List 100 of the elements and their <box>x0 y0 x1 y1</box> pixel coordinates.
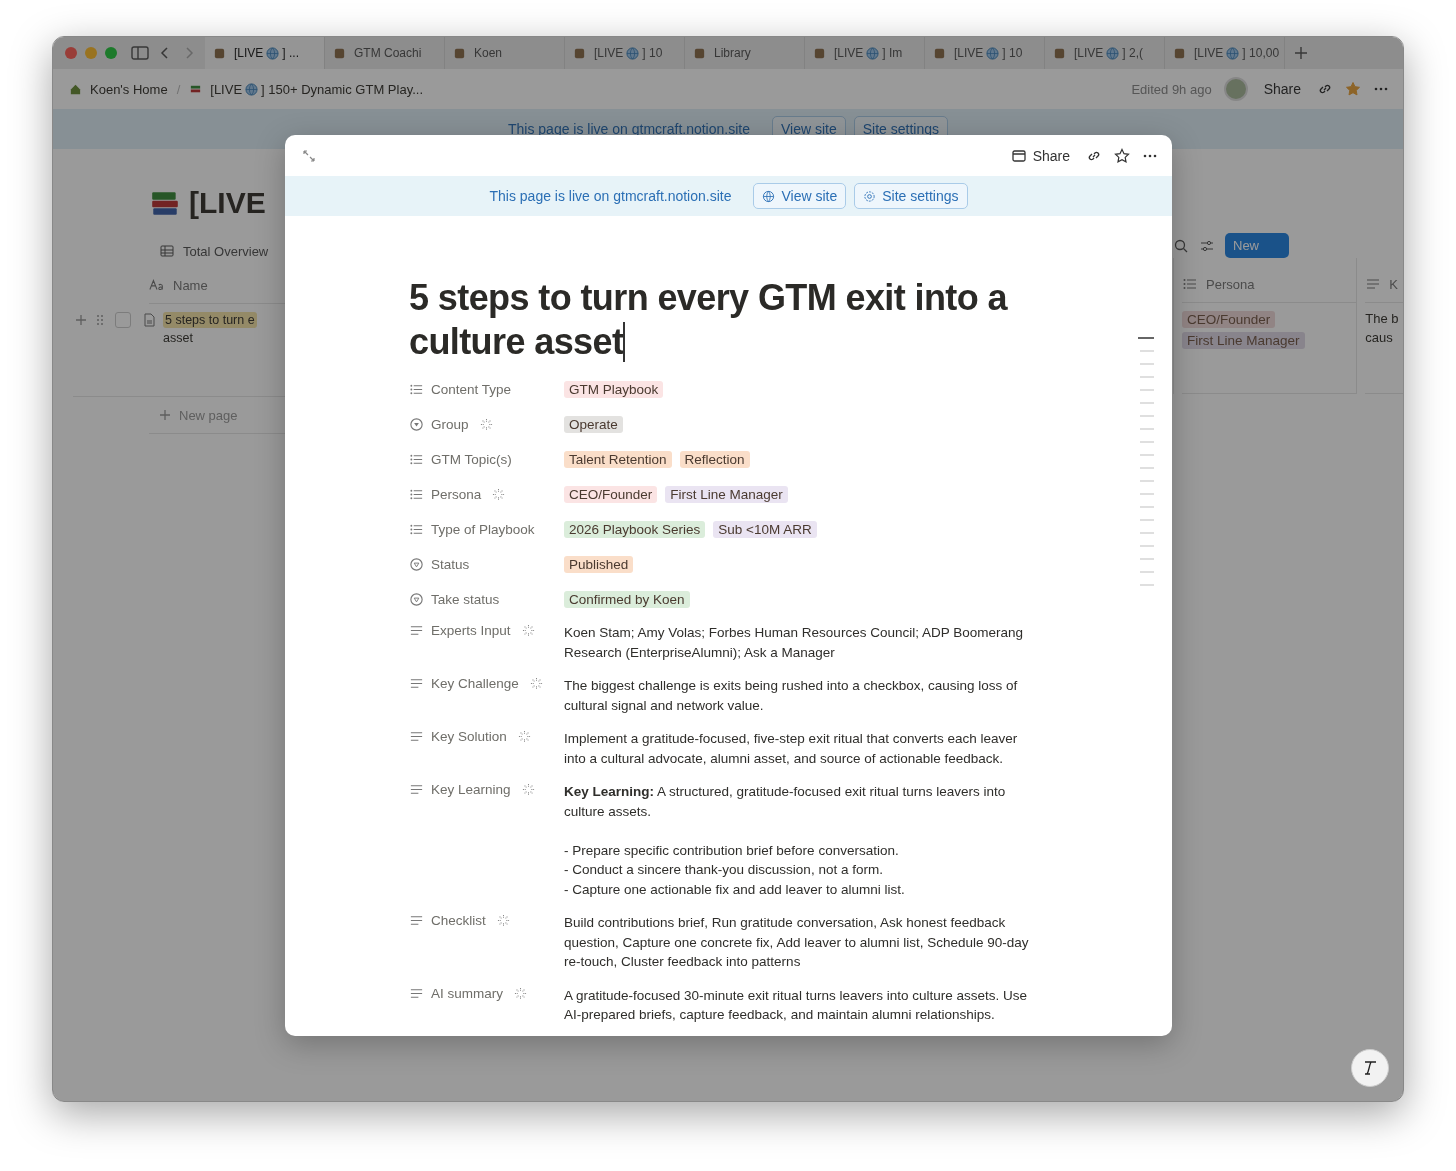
tag[interactable]: 2026 Playbook Series <box>564 521 706 538</box>
page-icon <box>693 46 706 60</box>
tag[interactable]: Operate <box>564 416 623 433</box>
new-tab-icon[interactable] <box>1293 45 1309 61</box>
banner-text: This page is live on gtmcraft.notion.site <box>489 188 732 204</box>
breadcrumb-link[interactable]: ] 150+ Dynamic GTM Play... <box>261 81 423 97</box>
new-button[interactable]: New <box>1225 233 1289 258</box>
list-icon <box>1182 276 1198 292</box>
status-circle-icon <box>409 557 424 572</box>
property-value[interactable]: Implement a gratitude-focused, five-step exit ritual that converts each leaver into a cultural advocate, alumni asset, and source of actionable feedback. <box>564 729 1034 768</box>
list-icon <box>409 382 424 397</box>
row-checkbox[interactable] <box>115 312 131 328</box>
tag[interactable]: Talent Retention <box>564 451 672 468</box>
property-value[interactable]: - Conduct a sincere thank-you discussion, not a form. <box>564 860 1034 880</box>
property-value[interactable]: Build contributions brief, Run gratitude conversation, Ask honest feedback question, Capture one concrete fix, Add leaver to alumni list, Schedule 90-day re-touch, Cluster feedback into patterns <box>564 913 1034 972</box>
tag[interactable]: CEO/Founder <box>564 486 658 503</box>
list-icon <box>409 452 424 467</box>
star-icon[interactable] <box>1345 81 1361 97</box>
breadcrumb-link[interactable]: [LIVE <box>210 81 243 97</box>
globe-icon <box>245 82 259 96</box>
text-lines-icon <box>409 623 424 638</box>
property-name[interactable]: Checklist <box>431 913 486 928</box>
column-header: Persona <box>1206 276 1255 292</box>
edited-time: Edited 9h ago <box>1131 81 1212 97</box>
property-value[interactable]: The biggest challenge is exits being rushed into a checkbox, causing loss of cultural signal and network value. <box>564 676 1034 715</box>
page-icon <box>453 46 466 60</box>
page-icon <box>333 46 346 60</box>
property-value[interactable]: Key Learning: A structured, gratitude-focused exit ritual turns leavers into culture assets. <box>564 782 1034 821</box>
page-icon <box>1053 46 1066 60</box>
list-icon <box>409 487 424 502</box>
share-button[interactable]: Share <box>1259 79 1305 99</box>
dropdown-circle-icon <box>409 417 424 432</box>
page-title[interactable]: 5 steps to turn every GTM exit into a culture asset <box>409 276 1048 364</box>
page-icon <box>213 46 226 60</box>
tag[interactable]: First Line Manager <box>665 486 788 503</box>
property-name[interactable]: GTM Topic(s) <box>431 452 512 467</box>
tag: CEO/Founder <box>1182 311 1276 328</box>
search-icon[interactable] <box>1173 237 1189 254</box>
row-title[interactable]: asset <box>163 331 257 345</box>
table-icon <box>159 243 175 259</box>
page-icon <box>1173 46 1186 60</box>
property-name[interactable]: Experts Input <box>431 623 511 638</box>
property-name[interactable]: Content Type <box>431 382 512 397</box>
property-name[interactable]: Group <box>431 417 469 432</box>
text-lines-icon <box>409 729 424 744</box>
property-value[interactable]: Koen Stam; Amy Volas; Forbes Human Resources Council; ADP Boomerang Research (EnterpriseAlumni); Ask a Manager <box>564 623 1034 662</box>
tag[interactable]: GTM Playbook <box>564 381 664 398</box>
property-value[interactable]: - Capture one actionable fix and add leaver to alumni list. <box>564 879 1034 899</box>
property-name[interactable]: Key Learning <box>431 782 511 797</box>
property-value[interactable]: - Prepare specific contribution brief before conversation. <box>564 840 1034 860</box>
add-icon <box>157 407 173 423</box>
drag-handle-icon[interactable] <box>95 312 105 328</box>
property-value[interactable]: A gratitude-focused 30-minute exit ritual turns leavers into culture assets. Use AI-prepared briefs, capture feedback, and maintain alumni relationships. <box>564 985 1034 1025</box>
view-tab-label: Total Overview <box>183 243 269 259</box>
property-name[interactable]: Key Solution <box>431 729 507 744</box>
text-lines-icon <box>409 782 424 797</box>
property-name[interactable]: Type of Playbook <box>431 522 535 537</box>
text-type-icon <box>149 277 165 293</box>
tag[interactable]: Published <box>564 556 634 573</box>
page-title: [LIVE <box>189 186 266 220</box>
text-lines-icon <box>1365 276 1382 292</box>
property-name[interactable]: Status <box>431 557 470 572</box>
list-icon <box>409 522 424 537</box>
house-icon <box>69 82 82 96</box>
property-name[interactable]: AI summary <box>431 985 503 1001</box>
tag[interactable]: Sub <10M ARR <box>713 521 817 538</box>
tag[interactable]: Reflection <box>679 451 750 468</box>
close-button[interactable] <box>65 47 77 59</box>
tag[interactable]: Confirmed by Koen <box>564 591 690 608</box>
view-site-button[interactable]: View site <box>753 183 847 209</box>
cell-text: caus <box>1365 330 1393 345</box>
star-icon[interactable] <box>1114 147 1130 164</box>
globe-icon <box>762 189 776 203</box>
column-header: Name <box>173 277 208 293</box>
breadcrumb-link[interactable]: Koen's Home <box>90 81 168 97</box>
property-name[interactable]: Take status <box>431 592 500 607</box>
column-header: K <box>1389 276 1398 292</box>
browser-tab[interactable]: [LIVE ] ... <box>205 37 325 69</box>
property-name[interactable]: Key Challenge <box>431 676 519 691</box>
page-icon <box>933 46 946 60</box>
page-icon <box>573 46 586 60</box>
document-icon <box>141 312 157 328</box>
page-icon <box>813 46 826 60</box>
view-tab[interactable]: Total Overview <box>159 243 379 259</box>
property-name[interactable]: Persona <box>431 487 482 502</box>
text-lines-icon <box>409 676 424 691</box>
settings-icon <box>863 189 877 203</box>
assistant-button[interactable] <box>1351 1049 1389 1087</box>
row-title[interactable]: 5 steps to turn e <box>163 312 257 328</box>
cell-text: The b <box>1365 311 1399 326</box>
text-lines-icon <box>409 913 424 928</box>
sidebar-icon[interactable] <box>131 45 149 61</box>
share-button[interactable]: Share <box>1006 145 1074 166</box>
window-icon <box>1010 147 1027 164</box>
avatar[interactable] <box>1223 77 1248 101</box>
expand-icon[interactable] <box>301 147 317 164</box>
breadcrumb-separator: / <box>176 81 181 97</box>
status-circle-icon <box>409 592 424 607</box>
add-icon[interactable] <box>73 312 89 328</box>
site-settings-button[interactable]: Site settings <box>854 183 968 209</box>
